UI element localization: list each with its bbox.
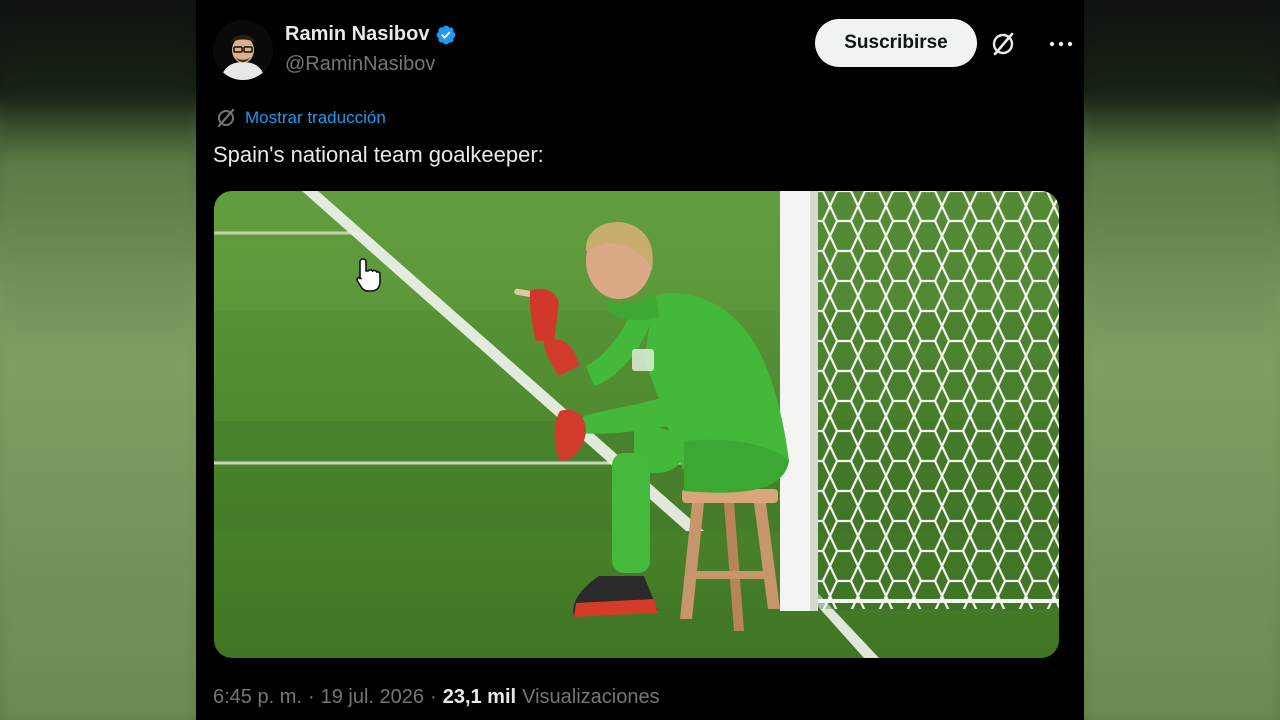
post-header: Ramin Nasibov @RaminNasibov Suscribirse xyxy=(213,18,1073,80)
meta-separator: · xyxy=(430,686,437,708)
views-count[interactable]: 23,1 mil xyxy=(443,686,516,709)
post-text: Spain's national team goalkeeper: xyxy=(213,142,544,167)
backdrop-right xyxy=(1084,0,1280,720)
post-meta: 6:45 p. m. · 19 jul. 2026 · 23,1 mil Vis… xyxy=(213,686,660,709)
verified-badge-icon xyxy=(437,25,456,44)
author-handle[interactable]: @RaminNasibov xyxy=(285,53,435,76)
more-options-icon[interactable] xyxy=(1047,32,1075,56)
show-translation-label[interactable]: Mostrar traducción xyxy=(245,108,386,128)
display-name[interactable]: Ramin Nasibov xyxy=(285,23,429,46)
grok-icon[interactable] xyxy=(989,30,1017,58)
views-label: Visualizaciones xyxy=(522,686,660,708)
post-time[interactable]: 6:45 p. m. xyxy=(213,686,302,709)
grok-translate-icon xyxy=(217,108,235,128)
meta-separator: · xyxy=(307,686,315,708)
post-media-photo[interactable] xyxy=(214,191,1059,658)
goalkeeper-photo xyxy=(214,191,1059,658)
avatar[interactable] xyxy=(213,20,273,80)
mouse-pointer-icon xyxy=(356,258,381,292)
show-translation-link[interactable]: Mostrar traducción xyxy=(215,107,386,129)
backdrop-left xyxy=(0,0,196,720)
author-name-row[interactable]: Ramin Nasibov xyxy=(285,23,457,46)
post-card: Ramin Nasibov @RaminNasibov Suscribirse xyxy=(196,0,1084,720)
post-date[interactable]: 19 jul. 2026 xyxy=(321,686,424,709)
subscribe-button[interactable]: Suscribirse xyxy=(815,19,977,67)
